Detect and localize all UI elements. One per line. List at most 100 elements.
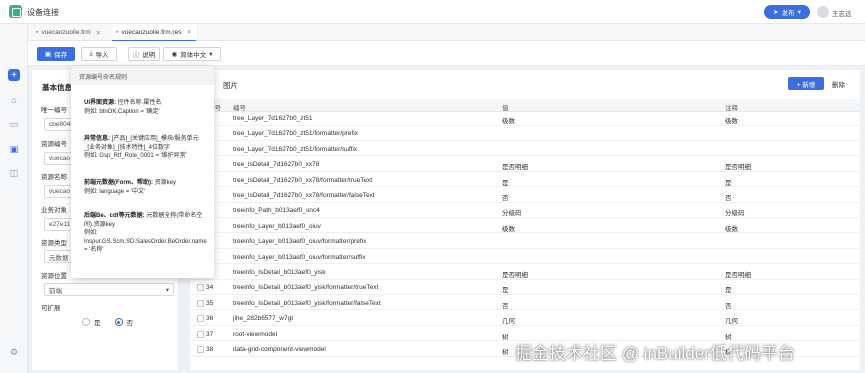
table-cell: 36	[206, 315, 214, 323]
table-row[interactable]: 28tree_IsDetail_7d1627b0_xx78/formatter/…	[190, 189, 860, 203]
row-checkbox[interactable]	[197, 315, 204, 323]
field-label: 业务对象	[41, 207, 67, 214]
table-cell[interactable]: 树	[502, 346, 509, 356]
avatar[interactable]	[817, 6, 829, 18]
row-checkbox[interactable]	[197, 299, 204, 307]
download-icon: ⤓	[89, 50, 93, 57]
column-header: 值	[502, 105, 509, 112]
table-cell[interactable]: 否	[725, 300, 732, 310]
user-name[interactable]: 王志远	[832, 8, 852, 18]
table-cell[interactable]: 是	[725, 177, 732, 187]
grid-title: 图片	[223, 81, 238, 90]
radio-no[interactable]	[114, 318, 123, 326]
close-icon[interactable]: ✕	[96, 29, 101, 37]
import-button[interactable]: ⤓ 导入	[81, 47, 117, 61]
settings-gear-icon[interactable]: ⚙	[8, 346, 20, 358]
table-cell[interactable]: treeinfo_IsDetail_b013aef0_yisk/formatte…	[233, 300, 381, 307]
field-label: 资源类型	[41, 240, 67, 247]
table-cell: 35	[206, 299, 214, 307]
table-cell[interactable]: 是否明细	[725, 161, 751, 171]
package-icon[interactable]: ◫	[8, 167, 20, 179]
file-icon: ▪	[116, 28, 119, 36]
table-cell[interactable]: tree_IsDetail_7d1627b0_xx78/formatter/fa…	[233, 192, 375, 199]
table-cell[interactable]: jihe_282b6577_w7gt	[233, 315, 293, 322]
table-cell[interactable]: 级数	[502, 223, 515, 233]
tooltip-header: 资源编号命名规则	[71, 66, 214, 85]
table-cell[interactable]: treeinfo_Layer_b013aef0_oiuv	[233, 223, 321, 230]
panel-title: 基本信息	[42, 83, 72, 92]
close-icon[interactable]: ✕	[186, 28, 191, 36]
row-checkbox[interactable]	[197, 330, 204, 338]
table-row[interactable]: 25tree_Layer_7d1627b0_zt51/formatter/suf…	[190, 143, 860, 157]
radio-yes[interactable]	[82, 318, 90, 326]
table-cell[interactable]: tree_IsDetail_7d1627b0_xx78	[233, 161, 319, 168]
send-icon: ➤	[773, 9, 779, 16]
table-cell[interactable]: data-grid-component-viewmodel	[233, 346, 326, 353]
table-cell[interactable]: 是	[725, 284, 732, 294]
table-row[interactable]: 24tree_Layer_7d1627b0_zt51/formatter/pre…	[190, 127, 860, 141]
table-row[interactable]: 34 treeinfo_IsDetail_b013aef0_yisk/format…	[190, 281, 860, 295]
table-row[interactable]: 33treeinfo_IsDetail_b013aef0_yisk是否明细是否明…	[190, 266, 860, 280]
naming-rule-tooltip: 资源编号命名规则 UI界面资源: 控件名称.属性名 例如: btnOK.Capt…	[71, 66, 214, 278]
table-row[interactable]: 29treeinfo_Path_b013aef0_snc4分级码分级码	[190, 204, 860, 218]
table-row[interactable]: 32treeinfo_Layer_b013aef0_oiuv/formatter…	[190, 251, 860, 265]
column-header: 注释	[725, 105, 738, 112]
explain-button[interactable]: ⓘ 说明	[128, 47, 160, 61]
table-cell[interactable]: root-viewmodel	[233, 331, 277, 338]
table-cell: 34	[206, 284, 214, 292]
table-cell[interactable]: 是否明细	[502, 161, 528, 171]
table-cell[interactable]: tree_Layer_7d1627b0_zt51	[233, 115, 313, 122]
table-row[interactable]: 27tree_IsDetail_7d1627b0_xx78/formatter/…	[190, 174, 860, 188]
table-cell[interactable]: tree_Layer_7d1627b0_zt51/formatter/suffi…	[233, 146, 357, 153]
table-cell[interactable]: 是	[502, 284, 509, 294]
tab-frm[interactable]: ▪ vuecaozuolie.frm ✕	[32, 24, 105, 41]
table-cell[interactable]: 分级码	[725, 207, 745, 217]
home-icon[interactable]: ⌂	[8, 94, 20, 106]
row-checkbox[interactable]	[197, 284, 204, 292]
table-cell[interactable]: 级数	[725, 115, 738, 125]
table-cell[interactable]: treeinfo_Layer_b013aef0_oiuv/formatter/s…	[233, 254, 366, 261]
resource-icon[interactable]: ▣	[8, 143, 20, 155]
table-cell[interactable]: 是	[502, 177, 509, 187]
table-cell[interactable]: 级数	[502, 115, 515, 125]
table-row[interactable]: 31treeinfo_Layer_b013aef0_oiuv/formatter…	[190, 235, 860, 249]
table-row[interactable]: 30treeinfo_Layer_b013aef0_oiuv级数级数	[190, 220, 860, 234]
table-row[interactable]: 35 treeinfo_IsDetail_b013aef0_yisk/format…	[190, 297, 860, 311]
table-cell[interactable]: 否	[502, 300, 509, 310]
field-label: 资源编号	[41, 141, 67, 148]
monitor-icon[interactable]: ▭	[8, 118, 20, 130]
table-cell[interactable]: treeinfo_IsDetail_b013aef0_yisk	[233, 269, 326, 276]
table-cell[interactable]: 是否明细	[725, 269, 751, 279]
tab-frm-res[interactable]: ▪ vuecaozuolie.frm.res ✕	[112, 24, 196, 41]
table-cell[interactable]: treeinfo_Layer_b013aef0_oiuv/formatter/p…	[233, 238, 366, 245]
publish-button[interactable]: ➤ 发布 ▾	[764, 5, 810, 19]
field-label: 可扩展	[41, 305, 61, 312]
add-button[interactable]: + 新增	[788, 77, 824, 90]
tooltip-block: 异常信息: [产品]_[关键应用]_模块/服务单元_[业务对象]_[技术特性]_…	[84, 136, 199, 159]
table-cell[interactable]: treeinfo_IsDetail_b013aef0_yisk/formatte…	[233, 284, 378, 291]
table-cell[interactable]: 树	[502, 331, 509, 341]
table-cell[interactable]: tree_Layer_7d1627b0_zt51/formatter/prefi…	[233, 130, 358, 137]
table-cell[interactable]: 级数	[725, 223, 738, 233]
table-row[interactable]: 36 jihe_282b6577_w7gt 几何 几何	[190, 312, 860, 326]
field-label: 资源位置	[41, 273, 67, 280]
save-button[interactable]: ▣ 保存	[37, 47, 75, 61]
table-cell[interactable]: 否	[725, 192, 732, 202]
table-cell[interactable]: 几何	[725, 315, 738, 325]
row-checkbox[interactable]	[197, 346, 204, 353]
table-cell[interactable]: 几何	[502, 315, 515, 325]
chevron-down-icon: ▾	[209, 51, 213, 58]
column-header: 编号	[233, 105, 246, 112]
table-cell[interactable]: 是否明细	[502, 269, 528, 279]
table-cell[interactable]: treeinfo_Path_b013aef0_snc4	[233, 207, 320, 214]
delete-button[interactable]: 删除	[832, 79, 845, 89]
table-cell[interactable]: 分级码	[502, 207, 522, 217]
resource-location-select[interactable]: 前端 ▾	[44, 283, 174, 296]
table-row[interactable]: 26tree_IsDetail_7d1627b0_xx78是否明细是否明细	[190, 158, 860, 172]
table-cell[interactable]: tree_IsDetail_7d1627b0_xx78/formatter/tr…	[233, 177, 372, 184]
table-row[interactable]: 23tree_Layer_7d1627b0_zt51级数级数	[190, 112, 860, 126]
language-select[interactable]: ◉ 简体中文 ▾	[163, 47, 221, 61]
add-icon[interactable]: +	[8, 69, 20, 81]
tab-bar: ▪ vuecaozuolie.frm ✕ ▪ vuecaozuolie.frm.…	[28, 24, 865, 41]
table-cell[interactable]: 否	[502, 192, 509, 202]
